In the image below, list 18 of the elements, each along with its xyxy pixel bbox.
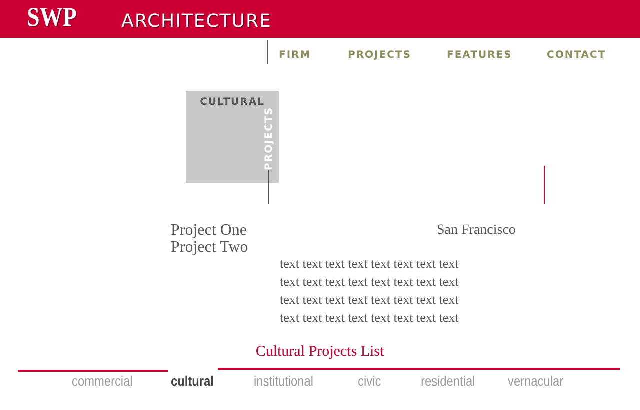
nav-link[interactable]: FIRM <box>279 50 348 60</box>
category-tab[interactable]: vernacular <box>508 373 564 389</box>
logo[interactable]: SWP <box>27 2 77 32</box>
list-title: Cultural Projects List <box>254 344 386 361</box>
location-text: San Francisco <box>437 223 516 240</box>
category-tab[interactable]: residential <box>421 373 476 389</box>
category-tab[interactable]: institutional <box>254 373 314 389</box>
project-link[interactable]: Project One <box>171 222 437 239</box>
category-tab[interactable]: cultural <box>171 373 214 389</box>
category-tab[interactable]: commercial <box>72 373 133 389</box>
nav-link[interactable]: PROJECTS <box>348 50 447 60</box>
section-title: CULTURAL <box>200 97 265 108</box>
project-link[interactable]: Project Two <box>171 239 437 256</box>
site-title: ARCHITECTURE <box>122 10 272 32</box>
category-tab[interactable]: civic <box>358 373 382 389</box>
body-text: text text text text text text text text text text text text text text text text text text text text text text text text text text text text text text text text <box>280 255 460 327</box>
nav-link[interactable]: CONTACT <box>547 50 606 60</box>
nav-link[interactable]: FEATURES <box>447 50 547 60</box>
